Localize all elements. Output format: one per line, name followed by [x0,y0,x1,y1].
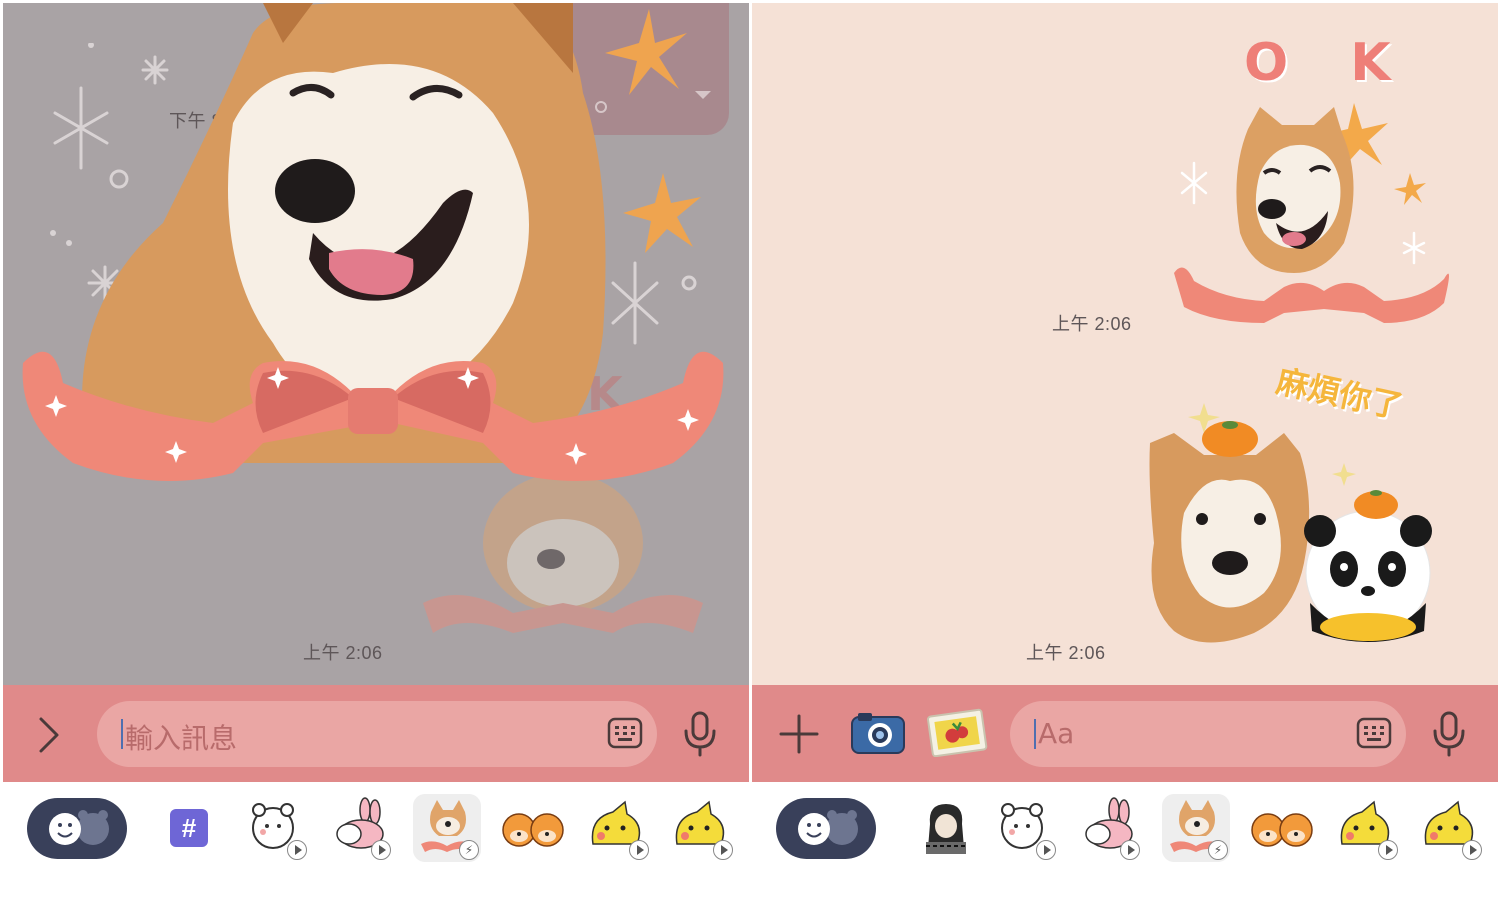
play-badge-icon [1462,840,1482,860]
timestamp: 上午 2:06 [1052,314,1132,334]
message-input-bar: Aa [752,685,1498,782]
bear-sticker-pack[interactable] [990,794,1058,862]
message-input-bar: 輸入訊息 [3,685,749,782]
keyboard-icon[interactable] [607,717,643,749]
sticker-message-ok[interactable]: O K [1164,33,1454,333]
bear-sticker-pack[interactable] [241,794,309,862]
play-badge-icon [1120,840,1140,860]
sticker-message-thanks[interactable]: 麻煩你了 [1144,362,1444,663]
play-badge-icon [287,840,307,860]
hashtag-icon: # [170,809,208,847]
sticker-tray: # ⚡ [3,782,749,900]
sticker-ok-text: O K [1244,33,1413,93]
orange-shiba-sticker-icon [1251,813,1313,847]
play-badge-icon [713,840,733,860]
play-badge-icon [1036,840,1056,860]
bolt-badge-icon: ⚡ [1208,840,1228,860]
chat-area: O K 上午 2:06 麻煩你了 上午 2:06 [752,3,1498,685]
camera-icon[interactable] [850,709,906,755]
message-input-placeholder: Aa [1038,717,1075,750]
rabbit-sticker-pack[interactable] [1074,794,1142,862]
yellow-chick-sticker-pack-1[interactable] [1332,794,1400,862]
anime-character-sticker-pack[interactable] [912,794,980,862]
microphone-icon[interactable] [1432,711,1466,757]
smiley-bear-icon [798,810,858,845]
shiba-dog-sticker-image [22,3,724,481]
yellow-chick-sticker-pack-2[interactable] [1416,794,1484,862]
shiba-sticker-pack[interactable]: ⚡ [413,794,481,862]
play-badge-icon [371,840,391,860]
text-caret [1034,719,1036,749]
chat-panel-right: O K 上午 2:06 麻煩你了 上午 2:06 Aa ⚡ [752,0,1498,900]
message-input[interactable]: Aa [1010,701,1406,767]
message-input[interactable]: 輸入訊息 [97,701,657,767]
anime-character-sticker-icon [926,804,966,854]
chat-area: 下午 8 K 上午 2:06 [3,3,749,685]
plus-icon[interactable] [778,713,820,755]
play-badge-icon [1378,840,1398,860]
play-badge-icon [629,840,649,860]
shiba-sticker-pack[interactable]: ⚡ [1162,794,1230,862]
yellow-chick-sticker-pack-1[interactable] [583,794,651,862]
smiley-bear-icon [49,810,109,845]
sticker-tray: ⚡ [752,782,1498,900]
hashtag-tab[interactable]: # [155,794,223,862]
microphone-icon[interactable] [683,711,717,757]
yellow-chick-sticker-pack-2[interactable] [667,794,735,862]
text-caret [121,719,123,749]
rabbit-sticker-pack[interactable] [325,794,393,862]
chevron-right-icon[interactable] [35,715,63,755]
orange-shiba-sticker-pack[interactable] [1248,794,1316,862]
orange-shiba-sticker-pack[interactable] [499,794,567,862]
bolt-badge-icon: ⚡ [459,840,479,860]
chat-panel-left: 下午 8 K 上午 2:06 輸入訊息 # ⚡ [3,0,749,900]
image-icon[interactable] [926,707,988,757]
timestamp: 上午 2:06 [1026,643,1106,663]
timestamp: 上午 2:06 [303,643,383,663]
emoji-toggle-button[interactable] [776,798,876,859]
keyboard-icon[interactable] [1356,717,1392,749]
message-input-placeholder: 輸入訊息 [125,722,238,755]
orange-shiba-sticker-icon [502,813,564,847]
emoji-toggle-button[interactable] [27,798,127,859]
sticker-preview[interactable] [13,3,733,503]
